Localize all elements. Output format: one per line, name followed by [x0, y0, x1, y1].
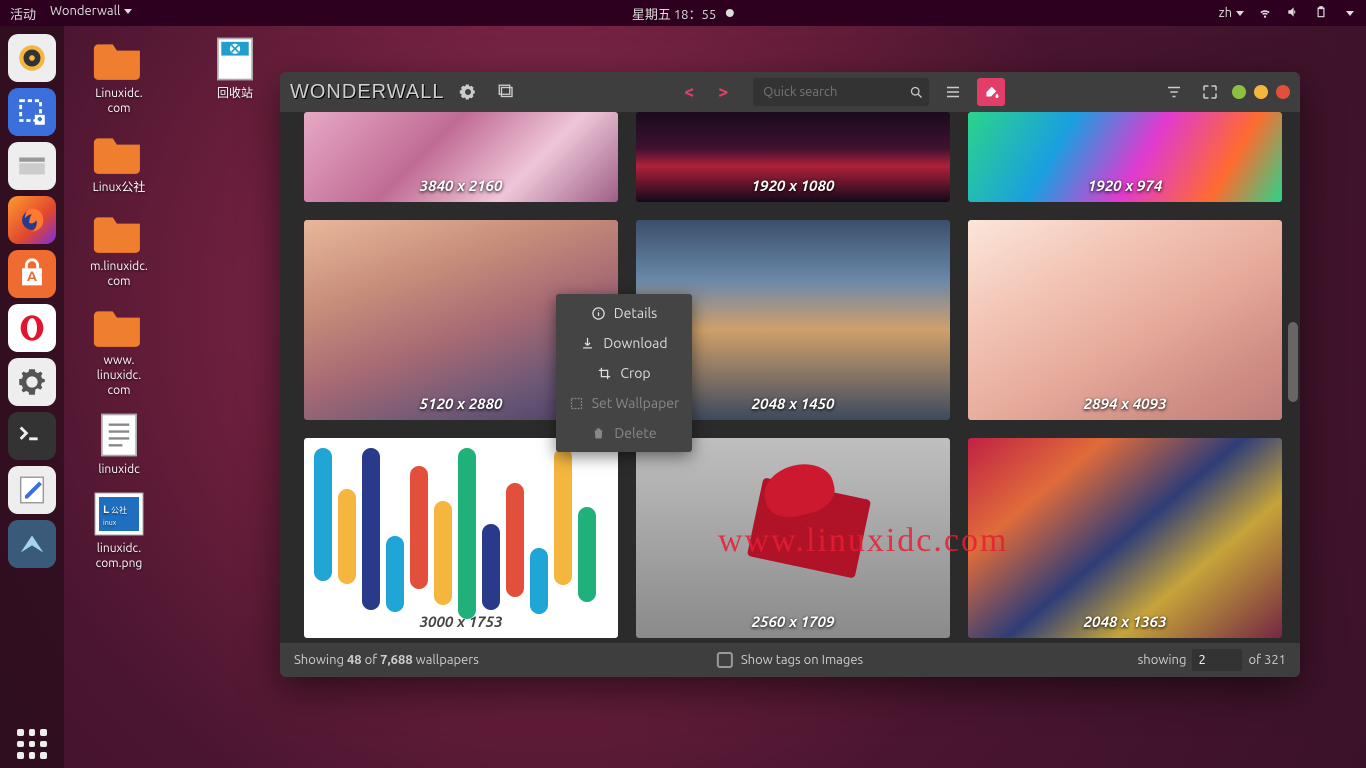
app-menu[interactable]: Wonderwall [50, 4, 132, 23]
system-menu-chevron-icon[interactable] [1346, 11, 1354, 16]
desktop-folder[interactable]: m.linuxidc. com [74, 209, 164, 289]
dock-files[interactable] [8, 142, 56, 190]
wallpaper-card[interactable]: 1920 x 1080 [636, 112, 950, 202]
showing-count: Showing 48 of 7,688 wallpapers [294, 653, 479, 667]
wonderwall-window: WONDERWALL < > 3840 x 2160 1920 x 1080 1… [280, 72, 1300, 677]
showing-label: showing [1138, 653, 1187, 667]
list-view-button[interactable] [939, 78, 967, 106]
dock-firefox[interactable] [8, 196, 56, 244]
resolution-label: 3840 x 2160 [420, 177, 503, 202]
search-box [753, 78, 929, 106]
input-method-indicator[interactable]: zh [1219, 6, 1244, 20]
ctx-crop[interactable]: Crop [556, 358, 692, 388]
activities-button[interactable]: 活动 [10, 4, 36, 23]
resolution-label: 5120 x 2880 [420, 395, 503, 420]
page-input[interactable] [1192, 649, 1242, 671]
settings-button[interactable] [454, 78, 482, 106]
dock-wonderwall[interactable] [8, 520, 56, 568]
resolution-label: 2048 x 1450 [752, 395, 835, 420]
wallpaper-card[interactable]: 2048 x 1363 [968, 438, 1282, 638]
search-input[interactable] [753, 85, 903, 99]
status-bar: Showing 48 of 7,688 wallpapers Show tags… [280, 643, 1300, 677]
nav-back-button[interactable]: < [675, 78, 703, 106]
resolution-label: 3000 x 1753 [420, 613, 503, 638]
resolution-label: 1920 x 974 [1088, 177, 1162, 202]
resolution-label: 2048 x 1363 [1084, 613, 1167, 638]
notification-dot-icon [726, 9, 734, 17]
dock-terminal[interactable] [8, 412, 56, 460]
wallpaper-grid: 3840 x 2160 1920 x 1080 1920 x 974 5120 … [280, 112, 1300, 638]
chevron-down-icon [124, 9, 132, 14]
clock-label[interactable]: 星期五 18：55 [632, 4, 716, 23]
window-close-button[interactable] [1276, 85, 1290, 99]
titlebar: WONDERWALL < > [280, 72, 1300, 112]
resolution-label: 2894 x 4093 [1084, 395, 1167, 420]
context-menu: Details Download Crop Set Wallpaper Dele… [556, 294, 692, 452]
ctx-set-wallpaper: Set Wallpaper [556, 388, 692, 418]
dock-screenshot[interactable] [8, 88, 56, 136]
battery-icon[interactable] [1314, 5, 1328, 22]
ctx-download[interactable]: Download [556, 328, 692, 358]
show-applications-button[interactable] [8, 720, 56, 768]
volume-icon[interactable] [1286, 5, 1300, 22]
resolution-label: 2560 x 1709 [752, 613, 835, 638]
ctx-details[interactable]: Details [556, 298, 692, 328]
wallpaper-card[interactable]: 2894 x 4093 [968, 220, 1282, 420]
wifi-icon[interactable] [1258, 5, 1272, 22]
dock-opera[interactable] [8, 304, 56, 352]
chevron-down-icon [1236, 11, 1244, 16]
wallpaper-card[interactable]: 3000 x 1753 [304, 438, 618, 638]
window-minimize-button[interactable] [1232, 85, 1246, 99]
dock-settings[interactable] [8, 358, 56, 406]
app-logo: WONDERWALL [290, 81, 444, 104]
dock-rhythmbox[interactable] [8, 34, 56, 82]
nav-forward-button[interactable]: > [709, 78, 737, 106]
collections-button[interactable] [492, 78, 520, 106]
color-picker-button[interactable] [977, 78, 1005, 106]
ubuntu-dock: A [0, 26, 64, 768]
show-tags-label: Show tags on Images [741, 653, 863, 667]
svg-text:inux: inux [103, 519, 117, 527]
scrollbar-thumb[interactable] [1288, 322, 1298, 402]
desktop-folder[interactable]: Linuxidc. com [74, 36, 164, 116]
ctx-delete: Delete [556, 418, 692, 448]
desktop-folder[interactable]: Linux公社 [74, 130, 164, 195]
wallpaper-card[interactable]: 3840 x 2160 [304, 112, 618, 202]
desktop-image-file[interactable]: L公社inuxlinuxidc. com.png [74, 491, 164, 571]
resolution-label: 1920 x 1080 [752, 177, 835, 202]
gnome-top-bar: 活动 Wonderwall 星期五 18：55 zh [0, 0, 1366, 26]
desktop-icons-col2: 回收站 [200, 36, 270, 115]
svg-text:公社: 公社 [111, 505, 127, 515]
search-button[interactable] [903, 78, 929, 106]
wallpaper-card[interactable]: 1920 x 974 [968, 112, 1282, 202]
desktop-folder[interactable]: www. linuxidc. com [74, 303, 164, 398]
desktop-text-file[interactable]: linuxidc [74, 412, 164, 477]
svg-text:L: L [103, 504, 109, 516]
wallpaper-grid-wrap: 3840 x 2160 1920 x 1080 1920 x 974 5120 … [280, 112, 1300, 643]
page-total: of 321 [1248, 653, 1286, 667]
filter-button[interactable] [1160, 78, 1188, 106]
dock-software[interactable]: A [8, 250, 56, 298]
trash[interactable]: 回收站 [200, 36, 270, 101]
dock-text-editor[interactable] [8, 466, 56, 514]
svg-text:A: A [27, 268, 37, 284]
wallpaper-card[interactable]: 2560 x 1709 [636, 438, 950, 638]
show-tags-checkbox[interactable] [717, 652, 733, 668]
fullscreen-button[interactable] [1196, 78, 1224, 106]
desktop-icons: Linuxidc. com Linux公社 m.linuxidc. com ww… [74, 36, 164, 585]
window-maximize-button[interactable] [1254, 85, 1268, 99]
